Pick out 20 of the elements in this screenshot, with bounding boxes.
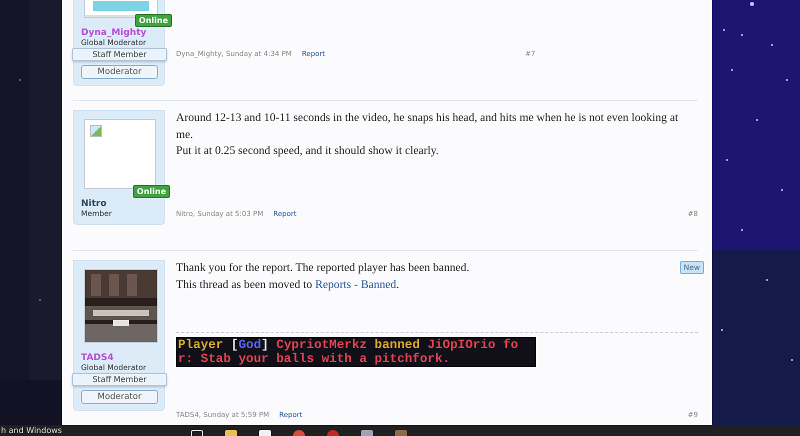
online-badge: Online bbox=[134, 14, 172, 27]
broken-image-icon bbox=[90, 125, 102, 137]
staff-ribbon: Staff Member bbox=[72, 48, 167, 61]
online-badge: Online bbox=[132, 185, 170, 198]
username-link[interactable]: Dyna_Mighty bbox=[81, 28, 146, 38]
staff-ribbon: Staff Member bbox=[72, 373, 167, 386]
user-banner: Moderator bbox=[81, 65, 158, 79]
username-link[interactable]: TADS4 bbox=[81, 353, 114, 363]
message-text: Around 12-13 and 10-11 seconds in the video, he snaps his head, and hits me when he is not even looking at me. bbox=[176, 110, 680, 142]
user-banner: Moderator bbox=[81, 390, 158, 404]
username-link[interactable]: Nitro bbox=[81, 199, 107, 209]
chat-line: Player [God] CypriotMerkz banned JiOpIOrio fo bbox=[178, 338, 520, 352]
message-text: . bbox=[396, 278, 400, 290]
task-view-icon[interactable] bbox=[191, 430, 203, 436]
message-text: Thank you for the report. The reported player has been banned. bbox=[176, 260, 470, 276]
message-text: Put it at 0.25 second speed, and it should show it clearly. bbox=[176, 143, 440, 159]
message-text: This thread as been moved to bbox=[176, 278, 314, 290]
thread-link[interactable]: Reports - Banned bbox=[315, 278, 396, 290]
search-text: h and Windows bbox=[0, 426, 63, 436]
chat-line: r: Stab your balls with a pitchfork. bbox=[178, 352, 452, 366]
